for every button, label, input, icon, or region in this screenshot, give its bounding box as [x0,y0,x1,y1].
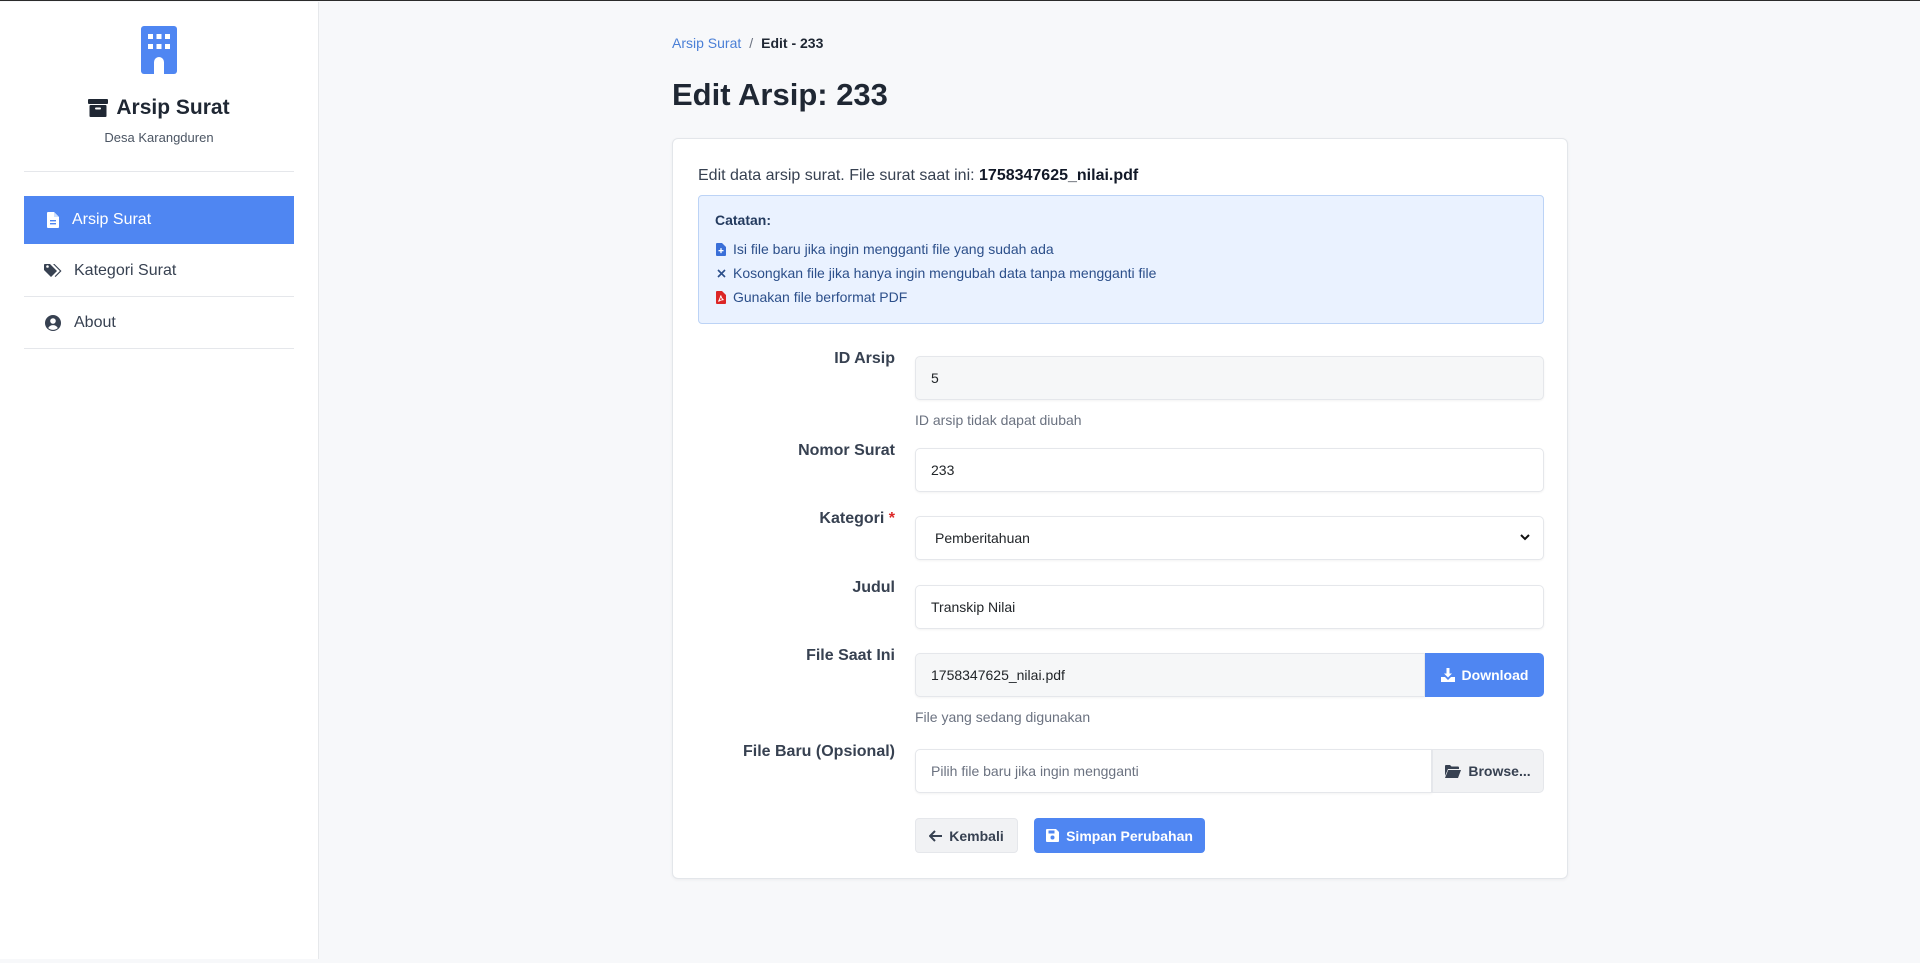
file-saat-ini-value: 1758347625_nilai.pdf [931,667,1065,683]
note-line: Isi file baru jika ingin mengganti file … [715,237,1527,261]
back-button[interactable]: Kembali [915,818,1018,853]
sidebar-item-label: Kategori Surat [74,261,177,279]
download-icon [1440,668,1455,682]
id-arsip-value: 5 [931,370,939,386]
intro-filename: 1758347625_nilai.pdf [979,167,1139,184]
download-button-label: Download [1461,667,1529,683]
download-button[interactable]: Download [1425,653,1544,697]
note-line-text: Isi file baru jika ingin mengganti file … [733,241,1054,257]
file-saat-ini-label: File Saat Ini [806,647,895,664]
sidebar-item-kategori-surat[interactable]: Kategori Surat [24,245,294,297]
chevron-down-icon [1520,534,1530,541]
building-icon [141,26,177,74]
note-line: Kosongkan file jika hanya ingin mengubah… [715,261,1527,285]
sidebar-item-arsip-surat[interactable]: Arsip Surat [24,196,294,244]
archive-icon [88,99,109,117]
kategori-selected-value: Pemberitahuan [935,530,1030,546]
edit-form-card: Edit data arsip surat. File surat saat i… [672,138,1568,879]
id-arsip-field: 5 [915,356,1544,400]
note-title: Catatan: [715,212,772,228]
save-button-label: Simpan Perubahan [1066,827,1193,844]
save-icon [1046,829,1060,842]
id-arsip-label: ID Arsip [834,350,895,367]
intro-label: Edit data arsip surat. File surat saat i… [698,167,980,184]
breadcrumb-current: Edit - 233 [761,35,824,51]
required-mark: * [888,510,895,527]
breadcrumb-link-arsip-surat[interactable]: Arsip Surat [672,35,741,51]
x-icon [715,268,727,278]
browse-button-label: Browse... [1468,763,1531,779]
note-line-text: Gunakan file berformat PDF [733,289,908,305]
brand: Arsip Surat Desa Karangduren [0,2,318,145]
back-button-label: Kembali [949,827,1004,844]
sidebar: Arsip Surat Desa Karangduren Arsip Surat… [0,2,319,959]
judul-value: Transkip Nilai [931,599,1016,615]
id-arsip-help: ID arsip tidak dapat diubah [915,412,1082,428]
sidebar-item-about[interactable]: About [24,297,294,349]
file-baru-input[interactable]: Pilih file baru jika ingin mengganti [915,749,1432,793]
tags-icon [44,262,62,280]
user-circle-icon [44,314,62,332]
browse-button[interactable]: Browse... [1432,749,1544,793]
kategori-select[interactable]: Pemberitahuan [915,516,1544,560]
judul-input[interactable]: Transkip Nilai [915,585,1544,629]
file-saat-ini-help: File yang sedang digunakan [915,709,1091,725]
kategori-label-text: Kategori [819,510,885,527]
save-button[interactable]: Simpan Perubahan [1034,818,1205,853]
file-icon [44,211,62,229]
judul-label: Judul [852,579,895,596]
intro-text: Edit data arsip surat. File surat saat i… [698,167,1138,185]
file-plus-icon [715,242,727,256]
breadcrumb-separator: / [749,35,754,51]
brand-title-text: Arsip Surat [116,96,230,119]
note-box: Catatan: Isi file baru jika ingin mengga… [698,195,1544,324]
file-baru-label: File Baru (Opsional) [742,743,895,760]
brand-subtitle: Desa Karangduren [104,130,214,145]
file-saat-ini-field: 1758347625_nilai.pdf [915,653,1425,697]
sidebar-item-label: About [74,313,116,331]
note-line: Gunakan file berformat PDF [715,285,1527,309]
folder-open-icon [1445,764,1462,778]
breadcrumb: Arsip Surat / Edit - 233 [672,35,823,51]
file-baru-placeholder: Pilih file baru jika ingin mengganti [931,763,1139,779]
sidebar-item-label: Arsip Surat [72,211,152,228]
sidebar-nav: Arsip Surat Kategori Surat About [24,196,294,349]
nomor-surat-label: Nomor Surat [798,442,895,459]
note-line-text: Kosongkan file jika hanya ingin mengubah… [733,265,1157,281]
kategori-label: Kategori * [819,510,895,528]
sidebar-divider [24,171,294,172]
page-title: Edit Arsip: 233 [672,77,888,112]
arrow-left-icon [929,829,943,842]
pdf-file-icon [715,290,727,304]
nomor-surat-value: 233 [931,462,955,478]
brand-title: Arsip Surat [0,96,318,120]
nomor-surat-input[interactable]: 233 [915,448,1544,492]
